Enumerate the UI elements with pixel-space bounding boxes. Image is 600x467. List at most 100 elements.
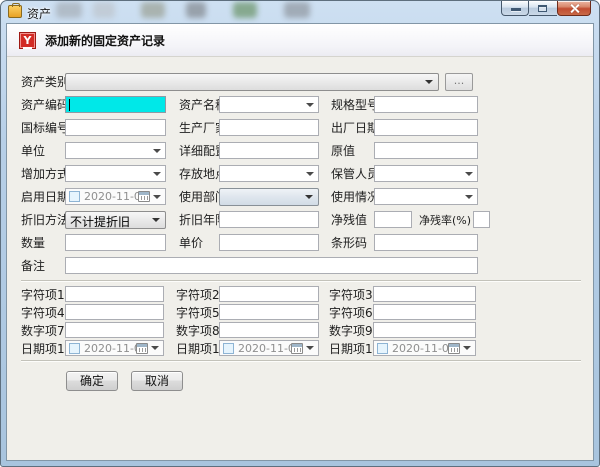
char1-input[interactable]: [65, 286, 164, 302]
calendar-icon[interactable]: [136, 343, 148, 354]
chevron-down-icon: [306, 346, 314, 350]
asset-code-input[interactable]: [65, 96, 166, 113]
char3-input[interactable]: [373, 286, 476, 302]
cancel-button[interactable]: 取消: [131, 371, 183, 391]
background-blur-blob: [284, 2, 310, 18]
use-dept-combo[interactable]: [219, 188, 319, 206]
depr-method-combo[interactable]: 不计提折旧: [65, 211, 166, 229]
window-controls: [501, 1, 591, 16]
browse-button[interactable]: ...: [445, 73, 473, 91]
num7-input[interactable]: [65, 322, 164, 338]
asset-category-label: 资产类别: [21, 73, 65, 90]
manufacturer-label: 生产厂家: [179, 119, 219, 136]
window: 资产 Y 添加新的固定资产记录 资产类别 ... 资产编码 资产名称: [0, 0, 600, 467]
net-residual-value-input[interactable]: [374, 211, 412, 228]
app-logo-icon: Y: [19, 32, 36, 49]
date-checkbox[interactable]: [223, 343, 234, 354]
background-blur-blob: [186, 2, 206, 18]
date12-label: 日期项12: [176, 340, 219, 357]
asset-name-label: 资产名称: [179, 96, 219, 113]
factory-date-input[interactable]: [374, 119, 478, 136]
asset-code-label: 资产编码: [21, 96, 65, 113]
add-method-label: 增加方式: [21, 165, 65, 182]
depr-method-value: 不计提折旧: [70, 213, 130, 230]
custodian-label: 保管人员: [331, 165, 374, 182]
char6-input[interactable]: [373, 304, 476, 320]
start-date-label: 启用日期: [21, 188, 65, 205]
char5-label: 字符项5: [176, 304, 219, 321]
barcode-label: 条形码: [331, 234, 374, 251]
factory-date-label: 出厂日期: [331, 119, 374, 136]
date11-picker[interactable]: 2020-11-09: [65, 340, 164, 356]
background-blur-blob: [141, 2, 165, 18]
manufacturer-input[interactable]: [219, 119, 319, 136]
unit-combo[interactable]: [65, 142, 166, 159]
date12-picker[interactable]: 2020-11-09: [219, 340, 319, 356]
char5-input[interactable]: [219, 304, 319, 320]
app-icon: [8, 5, 22, 18]
chevron-down-icon: [463, 346, 471, 350]
use-status-combo[interactable]: [374, 188, 478, 205]
char2-input[interactable]: [219, 286, 319, 302]
chevron-down-icon: [465, 195, 473, 199]
custodian-combo[interactable]: [374, 165, 478, 182]
net-residual-rate-label: 净残率(%): [419, 212, 471, 228]
quantity-label: 数量: [21, 234, 65, 251]
section-divider: [21, 360, 581, 362]
calendar-icon[interactable]: [448, 343, 460, 354]
dialog-header: Y 添加新的固定资产记录: [7, 24, 593, 57]
date10-picker[interactable]: 2020-11-09: [373, 340, 476, 356]
maximize-icon: [538, 5, 547, 12]
section-divider: [21, 280, 581, 282]
minimize-button[interactable]: [501, 1, 529, 16]
quantity-input[interactable]: [65, 234, 166, 251]
char4-label: 字符项4: [21, 304, 65, 321]
date-checkbox[interactable]: [69, 191, 80, 202]
background-blur-blob: [56, 2, 82, 18]
calendar-icon[interactable]: [138, 191, 150, 202]
button-row: 确定 取消: [66, 371, 593, 391]
chevron-down-icon: [306, 172, 314, 176]
gb-code-input[interactable]: [65, 119, 166, 136]
calendar-icon[interactable]: [291, 343, 303, 354]
char2-label: 字符项2: [176, 286, 219, 303]
net-residual-value-label: 净残值: [331, 211, 374, 228]
barcode-input[interactable]: [374, 234, 478, 251]
row-num-7-9: 数字项7 数字项8 数字项9: [21, 322, 593, 338]
num8-input[interactable]: [219, 322, 319, 338]
chevron-down-icon: [153, 195, 161, 199]
num9-input[interactable]: [373, 322, 476, 338]
char1-label: 字符项1: [21, 286, 65, 303]
depr-years-input[interactable]: [219, 211, 319, 228]
add-method-combo[interactable]: [65, 165, 166, 182]
date11-label: 日期项11: [21, 340, 65, 357]
date10-label: 日期项10: [329, 340, 373, 357]
maximize-button[interactable]: [529, 1, 557, 16]
dialog-body: Y 添加新的固定资产记录 资产类别 ... 资产编码 资产名称 规格型号 国标编: [6, 23, 594, 461]
remarks-input[interactable]: [65, 257, 478, 274]
date-checkbox[interactable]: [377, 343, 388, 354]
spec-model-label: 规格型号: [331, 96, 374, 113]
start-date-picker[interactable]: 2020-11-09: [65, 188, 166, 205]
background-blur-blob: [93, 2, 115, 18]
date-checkbox[interactable]: [69, 343, 80, 354]
spec-model-input[interactable]: [374, 96, 478, 113]
net-residual-rate-input[interactable]: [473, 211, 490, 228]
char6-label: 字符项6: [329, 304, 373, 321]
unit-price-input[interactable]: [219, 234, 319, 251]
num9-label: 数字项9: [329, 322, 373, 339]
chevron-down-icon: [305, 195, 313, 199]
close-button[interactable]: [557, 1, 591, 16]
storage-location-combo[interactable]: [219, 165, 319, 182]
chevron-down-icon: [425, 80, 433, 84]
dialog-title: 添加新的固定资产记录: [45, 32, 165, 49]
original-value-input[interactable]: [374, 142, 478, 159]
text-caret: [69, 99, 70, 111]
asset-category-combo[interactable]: [65, 73, 439, 91]
unit-price-label: 单价: [179, 234, 219, 251]
ok-button[interactable]: 确定: [66, 371, 118, 391]
char4-input[interactable]: [65, 304, 164, 320]
detail-config-input[interactable]: [219, 142, 319, 159]
depr-method-label: 折旧方法: [21, 211, 65, 228]
asset-name-combo[interactable]: [219, 96, 319, 113]
